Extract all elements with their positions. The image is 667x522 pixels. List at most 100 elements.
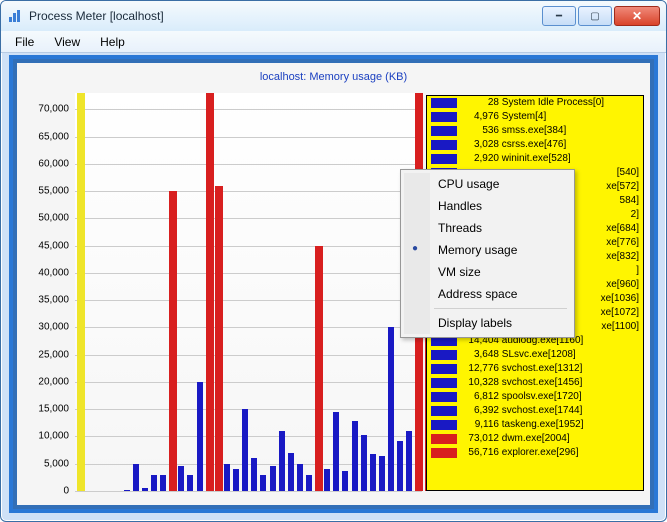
maximize-button[interactable]: ▢	[578, 6, 612, 26]
minimize-button[interactable]: ━	[542, 6, 576, 26]
legend-row[interactable]: 6,812 spoolsv.exe[1720]	[427, 390, 643, 404]
window-controls: ━ ▢ ✕	[540, 6, 660, 26]
menu-help[interactable]: Help	[92, 33, 133, 51]
legend-text: 9,116 taskeng.exe[1952]	[461, 418, 584, 432]
bar[interactable]	[206, 93, 214, 491]
bar[interactable]	[233, 469, 239, 491]
y-tick-label: 35,000	[38, 295, 69, 306]
context-menu-item[interactable]: Address space	[404, 283, 571, 305]
legend-text: 6,812 spoolsv.exe[1720]	[461, 390, 582, 404]
legend-row[interactable]: 6,392 svchost.exe[1744]	[427, 404, 643, 418]
bar[interactable]	[333, 412, 339, 491]
grid-line	[75, 191, 422, 192]
context-menu-item[interactable]: Threads	[404, 217, 571, 239]
grid-line	[75, 327, 422, 328]
legend-row[interactable]: 12,776 svchost.exe[1312]	[427, 362, 643, 376]
bar[interactable]	[297, 464, 303, 491]
bar[interactable]	[370, 454, 376, 491]
bar[interactable]	[279, 431, 285, 491]
legend-text: 6,392 svchost.exe[1744]	[461, 404, 582, 418]
bar[interactable]	[260, 475, 266, 491]
legend-text: 2,920 wininit.exe[528]	[461, 152, 571, 166]
legend-swatch	[431, 378, 457, 388]
context-menu-separator	[434, 308, 567, 309]
titlebar[interactable]: Process Meter [localhost] ━ ▢ ✕	[1, 1, 666, 31]
legend-row[interactable]: 4,976 System[4]	[427, 110, 643, 124]
legend-row[interactable]: 28 System Idle Process[0]	[427, 96, 643, 110]
bar[interactable]	[187, 475, 193, 491]
bar[interactable]	[342, 471, 348, 491]
y-tick-label: 65,000	[38, 131, 69, 142]
legend-swatch	[431, 154, 457, 164]
bar[interactable]	[142, 488, 148, 491]
bar[interactable]	[379, 456, 385, 491]
y-tick-label: 70,000	[38, 104, 69, 115]
grid-line	[75, 355, 422, 356]
y-tick-label: 10,000	[38, 431, 69, 442]
bar[interactable]	[306, 475, 312, 491]
bar[interactable]	[315, 246, 323, 491]
plot-area[interactable]	[75, 93, 422, 491]
app-window: Process Meter [localhost] ━ ▢ ✕ File Vie…	[0, 0, 667, 522]
context-menu-item[interactable]: VM size	[404, 261, 571, 283]
bar[interactable]	[270, 466, 276, 491]
legend-row[interactable]: 9,116 taskeng.exe[1952]	[427, 418, 643, 432]
y-tick-label: 5,000	[44, 458, 69, 469]
bar[interactable]	[169, 191, 177, 491]
legend-text: 3,028 csrss.exe[476]	[461, 138, 566, 152]
legend-swatch	[431, 406, 457, 416]
context-menu: CPU usageHandlesThreadsMemory usageVM si…	[400, 169, 575, 338]
legend-text: 73,012 dwm.exe[2004]	[461, 432, 570, 446]
y-tick-label: 50,000	[38, 213, 69, 224]
y-axis: 05,00010,00015,00020,00025,00030,00035,0…	[27, 93, 73, 491]
legend-text: 12,776 svchost.exe[1312]	[461, 362, 582, 376]
close-button[interactable]: ✕	[614, 6, 660, 26]
legend-text: 536 smss.exe[384]	[461, 124, 566, 138]
grid-line	[75, 409, 422, 410]
grid-line	[75, 246, 422, 247]
bar[interactable]	[197, 382, 203, 491]
bar[interactable]	[397, 441, 403, 491]
context-menu-item[interactable]: Memory usage	[404, 239, 571, 261]
menu-file[interactable]: File	[7, 33, 42, 51]
y-tick-label: 25,000	[38, 349, 69, 360]
legend-text: 4,976 System[4]	[461, 110, 546, 124]
legend-row[interactable]: 56,716 explorer.exe[296]	[427, 446, 643, 460]
legend-swatch	[431, 364, 457, 374]
legend-row[interactable]: 2,920 wininit.exe[528]	[427, 152, 643, 166]
legend-row[interactable]: 3,028 csrss.exe[476]	[427, 138, 643, 152]
legend-swatch	[431, 420, 457, 430]
legend-row[interactable]: 73,012 dwm.exe[2004]	[427, 432, 643, 446]
legend-swatch	[431, 112, 457, 122]
grid-line	[75, 164, 422, 165]
bar[interactable]	[324, 469, 330, 491]
grid-line	[75, 436, 422, 437]
bar[interactable]	[388, 327, 394, 491]
menu-view[interactable]: View	[46, 33, 88, 51]
legend-swatch	[431, 140, 457, 150]
bar[interactable]	[160, 475, 166, 491]
bar[interactable]	[288, 453, 294, 491]
legend-row[interactable]: 10,328 svchost.exe[1456]	[427, 376, 643, 390]
legend-text: 10,328 svchost.exe[1456]	[461, 376, 582, 390]
bar[interactable]	[242, 409, 248, 491]
bar[interactable]	[133, 464, 139, 491]
context-menu-item[interactable]: Handles	[404, 195, 571, 217]
grid-line	[75, 300, 422, 301]
legend-text: 3,648 SLsvc.exe[1208]	[461, 348, 576, 362]
bar[interactable]	[178, 466, 184, 491]
context-menu-item[interactable]: Display labels	[404, 312, 571, 334]
bar[interactable]	[124, 490, 130, 491]
bar[interactable]	[251, 458, 257, 491]
legend-swatch	[431, 448, 457, 458]
legend-row[interactable]: 536 smss.exe[384]	[427, 124, 643, 138]
bar[interactable]	[406, 431, 412, 491]
legend-row[interactable]: 3,648 SLsvc.exe[1208]	[427, 348, 643, 362]
legend-swatch	[431, 434, 457, 444]
context-menu-item[interactable]: CPU usage	[404, 173, 571, 195]
bar[interactable]	[352, 421, 358, 491]
bar[interactable]	[151, 475, 157, 492]
bar[interactable]	[224, 464, 230, 491]
bar[interactable]	[361, 435, 367, 491]
bar[interactable]	[215, 186, 223, 491]
